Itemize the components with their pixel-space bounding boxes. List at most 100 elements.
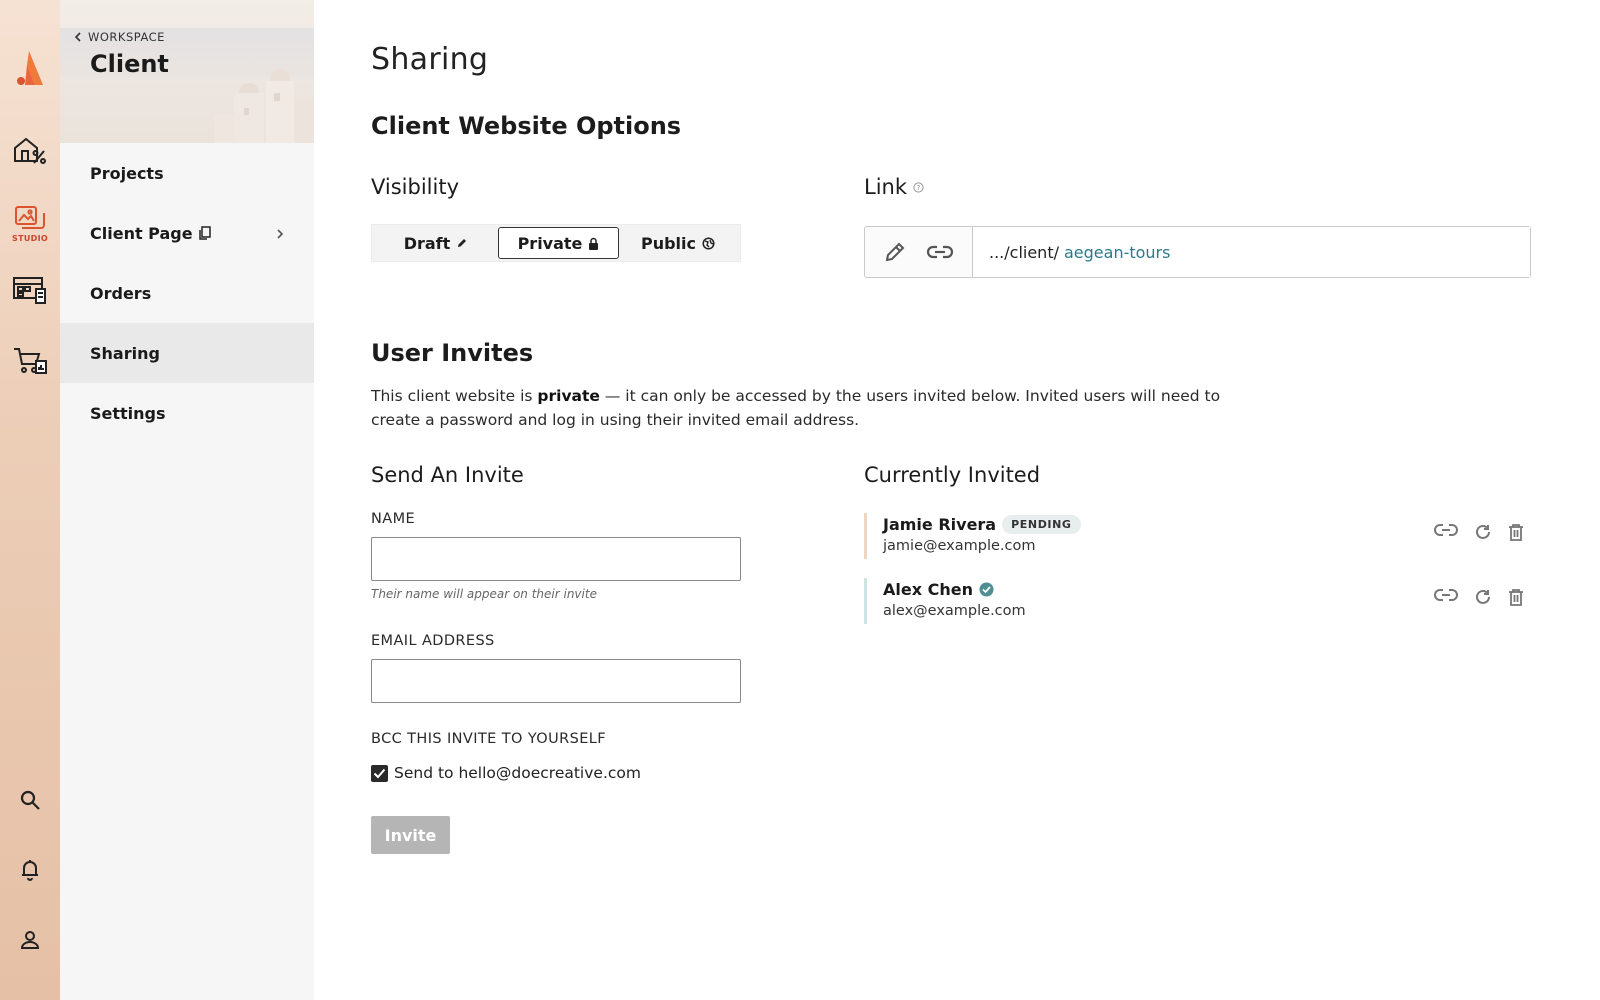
back-label: WORKSPACE [88,30,165,44]
sidebar-item-label: Orders [90,283,152,303]
rail-notifications[interactable] [0,848,60,892]
client-link-box: .../client/ aegean-tours [864,226,1531,278]
hero-town-image [214,69,314,143]
icon-rail: STUDIO [0,0,60,1000]
name-field-label: NAME [371,511,416,527]
chevron-left-icon [74,32,81,42]
invited-user-actions [1434,588,1524,606]
link-slug: aegean-tours [1063,242,1171,262]
visibility-heading: Visibility [371,175,460,199]
copy-invite-link-button[interactable] [1434,523,1458,541]
rail-store[interactable] [0,338,60,382]
email-field-label: EMAIL ADDRESS [371,633,495,649]
studio-label: STUDIO [12,233,48,243]
options-heading: Client Website Options [371,112,682,140]
email-input[interactable] [371,659,741,703]
logo-icon [17,51,43,85]
sidebar-item-sharing[interactable]: Sharing [60,323,314,383]
house-percent-icon [14,137,46,164]
visibility-option-label: Draft [403,233,451,253]
layout-grid-icon [13,277,46,304]
client-link-url[interactable]: .../client/ aegean-tours [973,227,1530,277]
rail-studio[interactable]: STUDIO [0,198,60,248]
visibility-public-button[interactable]: Public [619,227,737,259]
rail-home-pricing[interactable] [0,128,60,172]
rail-layout[interactable] [0,268,60,312]
pending-badge: PENDING [1002,515,1081,534]
cart-chart-icon [14,348,47,374]
sidebar-title: Client [90,50,169,78]
link-icon [1434,524,1458,536]
rail-search[interactable] [0,778,60,822]
resend-invite-button[interactable] [1474,588,1492,606]
edit-link-button[interactable] [883,240,907,264]
sidebar-item-label: Settings [90,403,166,423]
sidebar-item-label: Client Page [90,223,193,243]
visibility-draft-button[interactable]: Draft [374,227,498,259]
chevron-right-icon [276,225,284,244]
user-invites-description: This client website is private — it can … [371,384,1241,432]
delete-invite-button[interactable] [1508,588,1524,606]
back-to-workspace[interactable]: WORKSPACE [74,30,165,44]
desc-text-pre: This client website is [371,387,538,405]
page-title: Sharing [371,42,489,77]
help-icon[interactable]: ? [913,181,924,193]
copy-link-button[interactable] [926,244,954,260]
bcc-checkbox-label: Send to hello@doecreative.com [394,764,641,782]
invited-user-email: alex@example.com [883,603,1026,619]
send-invite-heading: Send An Invite [371,463,524,487]
delete-invite-button[interactable] [1508,523,1524,541]
link-icon [1434,589,1458,601]
bcc-field-label: BCC THIS INVITE TO YOURSELF [371,731,606,747]
invited-user-name: Jamie Rivera [883,515,997,534]
user-invites-heading: User Invites [371,339,534,367]
sidebar-item-label: Sharing [90,343,160,363]
sidebar-hero-image: WORKSPACE Client [60,0,314,143]
desc-text-bold: private [537,387,600,405]
bcc-checkbox-row[interactable]: Send to hello@doecreative.com [371,764,641,782]
name-field-hint: Their name will appear on their invite [371,587,597,601]
visibility-option-label: Public [640,233,697,253]
link-prefix: .../client/ [989,242,1059,262]
resend-invite-button[interactable] [1474,523,1492,541]
sidebar-item-client-page[interactable]: Client Page [60,203,314,263]
name-input[interactable] [371,537,741,581]
invite-button[interactable]: Invite [371,816,450,854]
visibility-selector: Draft Private Public [371,224,741,262]
currently-invited-heading: Currently Invited [864,463,1041,487]
sidebar-item-label: Projects [90,163,164,183]
bell-icon [22,860,38,881]
globe-icon [702,236,715,250]
link-tools [865,227,973,277]
invited-user-name-row: Alex Chen [883,580,1524,599]
invited-user-name: Alex Chen [883,580,973,599]
visibility-private-button[interactable]: Private [498,227,619,259]
sidebar-item-settings[interactable]: Settings [60,383,314,443]
invited-user-row: Jamie Rivera PENDING jamie@example.com [864,513,1524,559]
pencil-icon [886,242,905,262]
copy-icon [198,226,211,240]
link-heading: Link [864,175,908,199]
lock-icon [588,237,599,250]
pencil-icon [456,237,468,249]
sidebar-nav: Projects Client Page Orders Sharing Sett… [60,143,314,443]
trash-icon [1509,589,1523,606]
invited-user-row: Alex Chen alex@example.com [864,578,1524,624]
invited-user-name-row: Jamie Rivera PENDING [883,515,1524,534]
app-logo[interactable] [0,44,60,92]
check-icon [373,768,386,778]
svg-text:?: ? [917,184,921,192]
bcc-checkbox[interactable] [371,764,388,782]
copy-invite-link-button[interactable] [1434,588,1458,606]
verified-icon [979,582,994,597]
sidebar-item-projects[interactable]: Projects [60,143,314,203]
refresh-icon [1476,524,1490,539]
sidebar-item-orders[interactable]: Orders [60,263,314,323]
link-icon [926,245,953,259]
invited-user-email: jamie@example.com [883,538,1036,554]
studio-images-icon [15,205,45,229]
rail-account[interactable] [0,918,60,962]
link-heading-row: Link ? [864,175,924,199]
search-icon [20,790,40,810]
invited-user-actions [1434,523,1524,541]
